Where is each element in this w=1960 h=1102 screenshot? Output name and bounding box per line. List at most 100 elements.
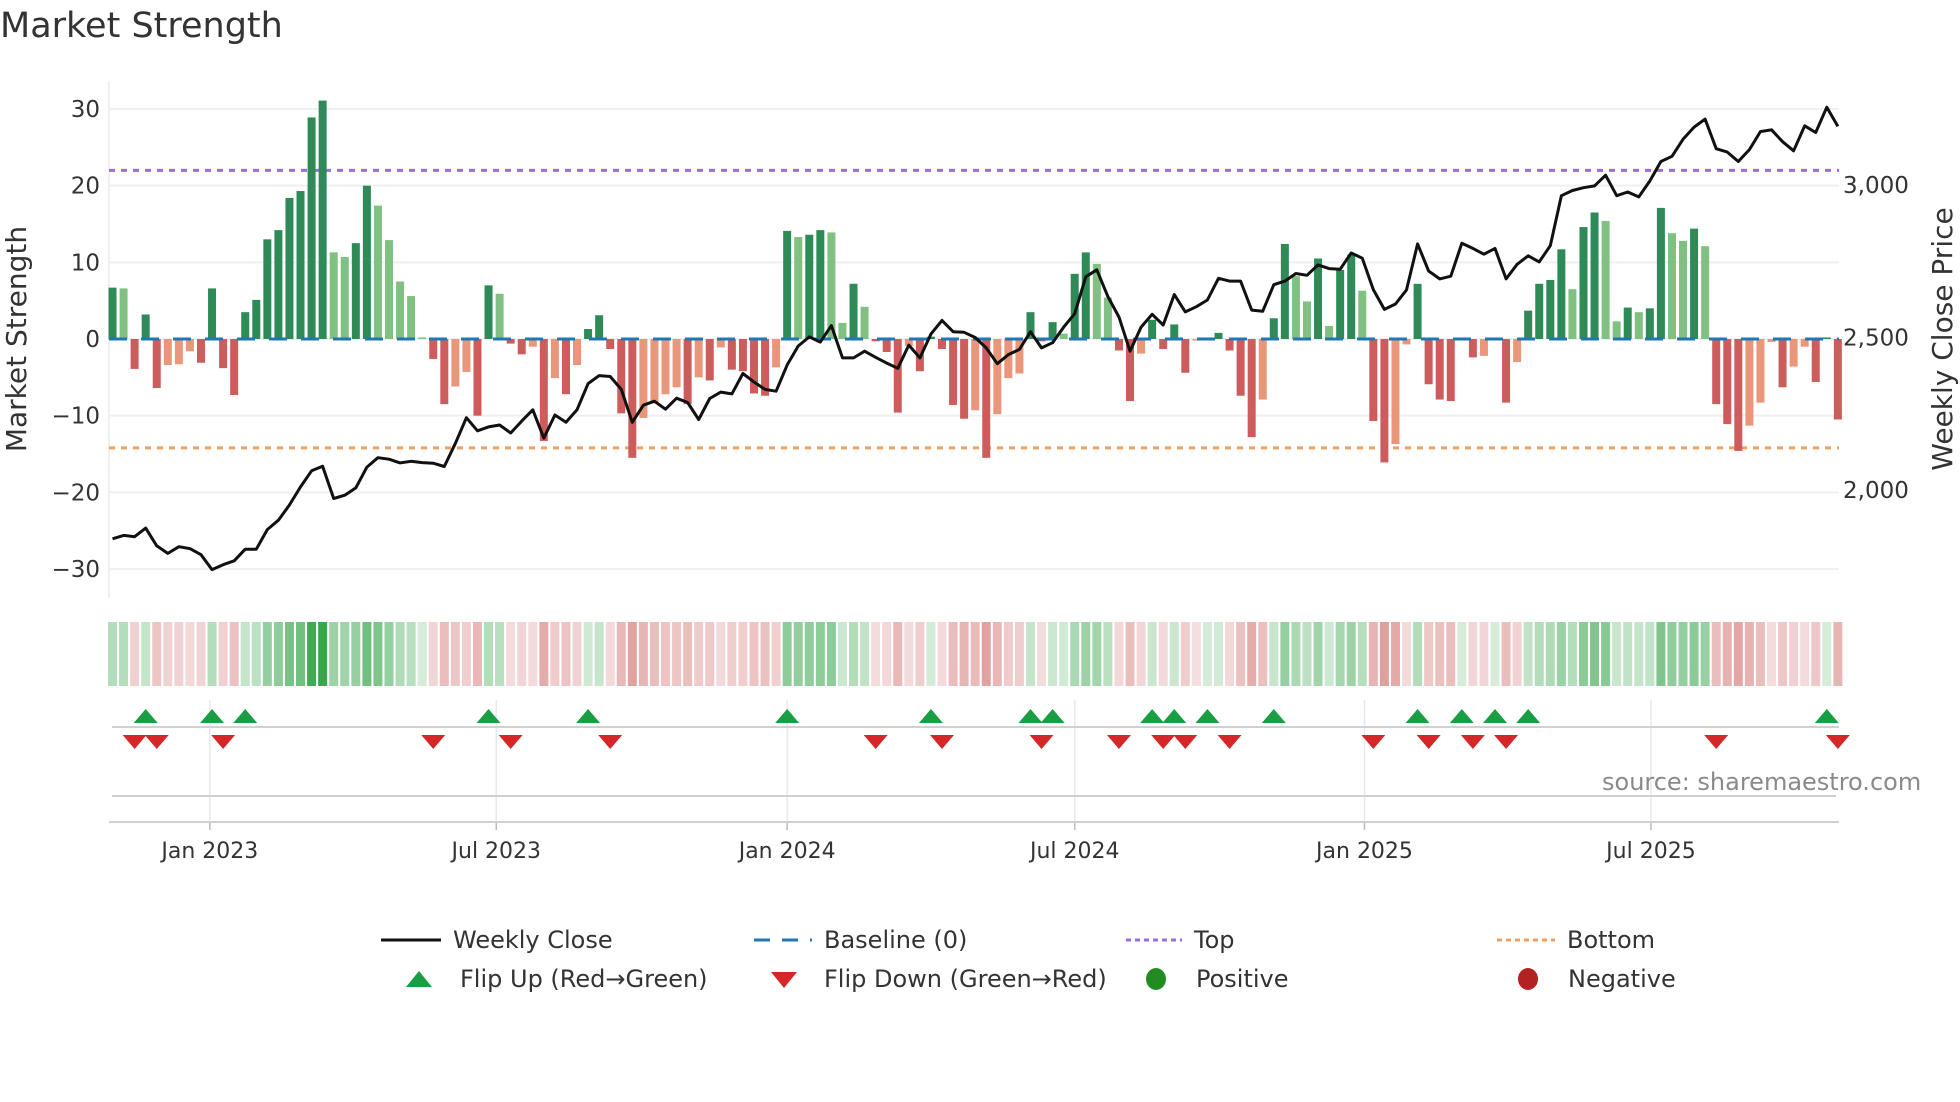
strength-bar bbox=[561, 339, 570, 395]
heat-strip-cell bbox=[1081, 622, 1091, 686]
strength-bar bbox=[1756, 339, 1765, 403]
strength-bar bbox=[1690, 228, 1699, 339]
strength-bar bbox=[539, 339, 548, 441]
heat-strip-cell bbox=[1711, 622, 1721, 686]
heat-strip-cell bbox=[1446, 622, 1456, 686]
heat-strip-cell bbox=[1114, 622, 1124, 686]
heat-strip-cell bbox=[1468, 622, 1478, 686]
heat-strip-cell bbox=[804, 622, 814, 686]
heat-strip-cell bbox=[384, 622, 394, 686]
heat-strip-cell bbox=[1667, 622, 1677, 686]
heat-strip-cell bbox=[649, 622, 659, 686]
dotted-line-swatch-icon bbox=[1126, 938, 1182, 942]
flip-up-marker bbox=[133, 709, 158, 723]
legend-top: Top bbox=[1126, 925, 1235, 955]
y-tick-label: 10 bbox=[71, 250, 100, 276]
flip-up-marker bbox=[918, 709, 943, 723]
strength-bar bbox=[1667, 233, 1676, 339]
x-tick-label: Jul 2025 bbox=[1604, 839, 1696, 864]
heat-strip-cell bbox=[373, 622, 383, 686]
legend-label: Negative bbox=[1568, 965, 1676, 993]
heat-strip-cell bbox=[1070, 622, 1080, 686]
legend-baseline: Baseline (0) bbox=[754, 925, 967, 955]
heat-strip-cell bbox=[1755, 622, 1765, 686]
strength-bar bbox=[1236, 339, 1245, 396]
strength-bar bbox=[1623, 307, 1632, 339]
heat-strip-cell bbox=[849, 622, 859, 686]
strength-bar bbox=[805, 234, 814, 339]
strength-bar bbox=[351, 243, 360, 339]
strength-bar bbox=[727, 339, 736, 370]
strength-bar bbox=[1369, 339, 1378, 422]
heat-strip-cell bbox=[340, 622, 350, 686]
heat-strip-cell bbox=[1435, 622, 1445, 686]
strength-bar bbox=[1214, 332, 1223, 339]
heat-strip-cell bbox=[240, 622, 250, 686]
y-tick-label: −30 bbox=[51, 557, 100, 583]
heat-strip-cell bbox=[318, 622, 328, 686]
heat-strip-cell bbox=[1280, 622, 1290, 686]
heat-strip-cell bbox=[926, 622, 936, 686]
strength-bar bbox=[1280, 243, 1289, 339]
heat-strip-cell bbox=[1236, 622, 1246, 686]
heat-strip-cell bbox=[1225, 622, 1235, 686]
market-strength-chart: 30 20 10 0 −10 −20 −30 3,000 2,500 2,000 Market St… bbox=[0, 81, 1959, 864]
heat-strip-cell bbox=[1402, 622, 1412, 686]
flip-down-marker bbox=[1217, 735, 1242, 749]
heat-strip-cell bbox=[738, 622, 748, 686]
heat-strip-cell bbox=[1335, 622, 1345, 686]
strength-bar bbox=[1778, 339, 1787, 388]
strength-bar bbox=[274, 230, 283, 339]
heat-strip-cell bbox=[1634, 622, 1644, 686]
heat-strip-cell bbox=[1313, 622, 1323, 686]
strength-bar bbox=[495, 293, 504, 339]
heat-strip-cell bbox=[1247, 622, 1257, 686]
heat-strip-cell bbox=[1767, 622, 1776, 686]
heat-strip-cell bbox=[716, 622, 726, 686]
strength-bar bbox=[573, 339, 582, 366]
legend-weekly-close: Weekly Close bbox=[381, 925, 613, 955]
heat-strip-cell bbox=[1744, 622, 1754, 686]
strength-bar bbox=[661, 339, 670, 395]
heat-strip-cell bbox=[871, 622, 881, 686]
strength-bar bbox=[329, 252, 338, 339]
x-tick-label: Jan 2023 bbox=[159, 839, 258, 864]
heat-strip-cell bbox=[1379, 622, 1389, 686]
heat-strip-cell bbox=[793, 622, 803, 686]
heat-strip-cell bbox=[506, 622, 516, 686]
heat-strip-cell bbox=[1590, 622, 1600, 686]
heat-strip-cell bbox=[1523, 622, 1533, 686]
heat-strip-cell bbox=[837, 622, 847, 686]
heat-strip-cell bbox=[1822, 622, 1832, 686]
flip-down-marker bbox=[498, 735, 523, 749]
heat-strip-cell bbox=[1567, 622, 1577, 686]
strength-bar bbox=[1380, 339, 1389, 463]
heat-strip-cell bbox=[1545, 622, 1555, 686]
heat-strip-cell bbox=[1103, 622, 1113, 686]
flip-down-marker bbox=[863, 735, 888, 749]
heat-strip-cell bbox=[1191, 622, 1201, 686]
flip-up-marker bbox=[1162, 709, 1187, 723]
x-tick-label: Jul 2023 bbox=[450, 839, 542, 864]
strength-bar bbox=[1712, 339, 1721, 405]
heat-strip-cell bbox=[992, 622, 1002, 686]
heat-strip-cell bbox=[484, 622, 494, 686]
line-swatch-icon bbox=[381, 938, 441, 942]
heat-strip-cell bbox=[1556, 622, 1566, 686]
strength-bar bbox=[960, 339, 969, 419]
heat-strip-cell bbox=[970, 622, 980, 686]
strength-bar bbox=[174, 339, 183, 365]
strength-bar bbox=[1701, 246, 1710, 339]
heat-strip-cell bbox=[1048, 622, 1058, 686]
strength-bar bbox=[1524, 310, 1533, 339]
strength-bar bbox=[230, 339, 239, 395]
strength-bar bbox=[1502, 339, 1511, 403]
heat-strip-cell bbox=[948, 622, 958, 686]
heat-strip-cell bbox=[406, 622, 416, 686]
flip-up-marker bbox=[1018, 709, 1043, 723]
heat-strip-cell bbox=[141, 622, 151, 686]
y2-axis-title: Weekly Close Price bbox=[1926, 207, 1959, 470]
heat-strip-cell bbox=[627, 622, 637, 686]
heat-strip-cell bbox=[1291, 622, 1301, 686]
heat-strip-cell bbox=[1778, 622, 1788, 686]
